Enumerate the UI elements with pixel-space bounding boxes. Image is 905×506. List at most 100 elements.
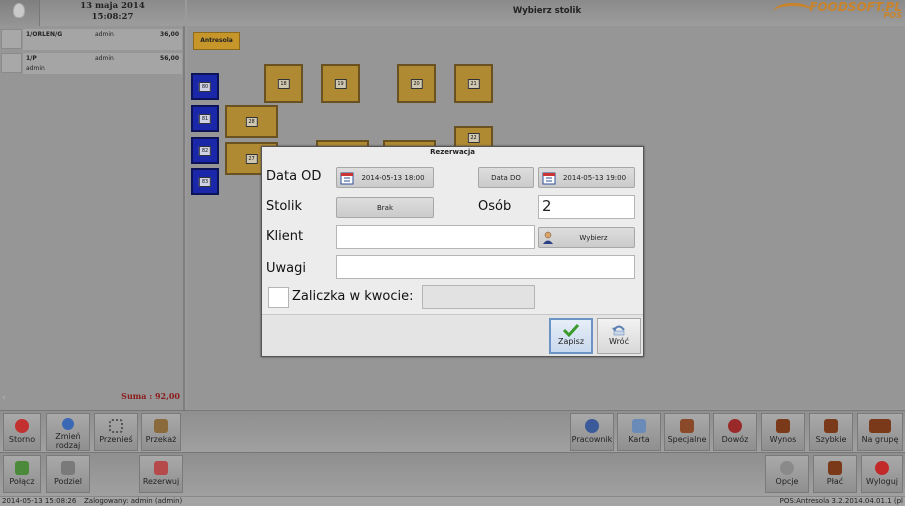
osob-label: Osób: [478, 199, 512, 214]
table-19[interactable]: 19: [321, 64, 360, 103]
data-do-button[interactable]: Data DO: [478, 167, 534, 188]
takeaway-button[interactable]: Wynos: [761, 413, 805, 451]
checkmark-icon: [563, 323, 579, 337]
transfer-button[interactable]: Przekaż: [141, 413, 181, 451]
order-name: 1/P: [26, 55, 37, 62]
zaliczka-checkbox[interactable]: [268, 287, 289, 308]
order-user: admin: [95, 31, 114, 38]
quick-button[interactable]: Szybkie: [809, 413, 853, 451]
special-label: Specjalne: [667, 435, 707, 444]
change-type-button[interactable]: Zmień rodzaj: [46, 413, 90, 451]
orders-panel: 1/ORLEN/G admin 36,00 1/P admin 56,00 ad…: [0, 26, 185, 410]
data-od-label: Data OD: [266, 169, 322, 184]
storno-button[interactable]: Storno: [3, 413, 41, 451]
bag-icon: [824, 419, 838, 433]
box-icon: [680, 419, 694, 433]
table-label: 81: [198, 113, 212, 124]
wallet-icon: [828, 461, 842, 475]
merge-button[interactable]: Połącz: [3, 455, 41, 493]
table-83[interactable]: 83: [191, 168, 219, 195]
card-button[interactable]: Karta: [617, 413, 661, 451]
table-label: 22: [467, 133, 480, 143]
stolik-button[interactable]: Brak: [336, 197, 434, 218]
calendar-add-icon: [154, 461, 168, 475]
order-row[interactable]: 1/P admin 56,00 admin: [0, 52, 185, 74]
change-type-label: Zmień rodzaj: [55, 432, 81, 450]
order-user: admin: [95, 55, 114, 62]
klient-input[interactable]: [336, 225, 535, 249]
table-label: 19: [334, 78, 347, 89]
table-21[interactable]: 21: [454, 64, 493, 103]
card-label: Karta: [628, 435, 650, 444]
data-do-value-button[interactable]: 2014-05-13 19:00: [538, 167, 635, 188]
table-20[interactable]: 20: [397, 64, 436, 103]
uwagi-label: Uwagi: [266, 261, 306, 276]
status-datetime: 2014-05-13 15:08:26: [2, 497, 77, 505]
table-80[interactable]: 80: [191, 73, 219, 100]
order-select-checkbox[interactable]: [1, 53, 22, 73]
status-user: Zalogowany: admin (admin): [84, 497, 183, 505]
options-button[interactable]: Opcje: [765, 455, 809, 493]
storno-label: Storno: [8, 435, 36, 444]
current-time: 15:08:27: [91, 12, 134, 22]
transfer-icon: [154, 419, 168, 433]
table-label: 20: [410, 78, 423, 89]
delivery-button[interactable]: Dowóz: [713, 413, 757, 451]
card-icon: [632, 419, 646, 433]
person-icon: [585, 419, 599, 433]
group-label: Na grupę: [861, 435, 899, 444]
table-label: 83: [198, 176, 212, 187]
back-label: Wróć: [609, 337, 629, 346]
merge-icon: [15, 461, 29, 475]
split-label: Podziel: [53, 477, 83, 486]
data-do-value: 2014-05-13 19:00: [562, 174, 627, 182]
table-28[interactable]: 28: [225, 105, 278, 138]
light-bulb-icon[interactable]: [0, 0, 40, 26]
table-18[interactable]: 18: [264, 64, 303, 103]
save-button[interactable]: Zapisz: [549, 318, 593, 354]
order-amount: 36,00: [160, 31, 179, 38]
table-label: 27: [245, 153, 258, 164]
osob-input[interactable]: 2: [538, 195, 635, 219]
order-select-checkbox[interactable]: [1, 29, 22, 49]
logo: FOODSOFT.PL POS: [809, 0, 902, 20]
back-button[interactable]: Wróć: [597, 318, 641, 354]
table-82[interactable]: 82: [191, 137, 219, 164]
special-button[interactable]: Specjalne: [664, 413, 710, 451]
cancel-icon: [15, 419, 29, 433]
merge-label: Połącz: [9, 477, 35, 486]
dialog-title: Rezerwacja: [430, 148, 475, 156]
logout-label: Wyloguj: [866, 477, 898, 486]
order-waiter: admin: [26, 65, 45, 72]
data-od-button[interactable]: 2014-05-13 18:00: [336, 167, 434, 188]
data-od-value: 2014-05-13 18:00: [361, 174, 425, 182]
uwagi-input[interactable]: [336, 255, 635, 279]
save-label: Zapisz: [557, 337, 585, 346]
logo-swoosh-icon: [773, 3, 813, 21]
tab-antresola[interactable]: Antresola: [193, 32, 240, 50]
calendar-icon: [542, 172, 556, 185]
logout-button[interactable]: Wyloguj: [861, 455, 903, 493]
orders-sum: Suma : 92,00: [121, 391, 180, 401]
pay-button[interactable]: Płać: [813, 455, 857, 493]
bag-icon: [776, 419, 790, 433]
table-label: 82: [198, 145, 212, 156]
employee-button[interactable]: Pracownik: [570, 413, 614, 451]
move-icon: [109, 419, 123, 433]
transfer-label: Przekaż: [145, 435, 177, 444]
employee-label: Pracownik: [571, 435, 613, 444]
delivery-label: Dowóz: [721, 435, 749, 444]
stolik-label: Stolik: [266, 199, 303, 214]
pay-label: Płać: [826, 477, 844, 486]
delivery-icon: [728, 419, 742, 433]
split-button[interactable]: Podziel: [46, 455, 90, 493]
group-button[interactable]: Na grupę: [857, 413, 903, 451]
move-button[interactable]: Przenieś: [94, 413, 138, 451]
order-row[interactable]: 1/ORLEN/G admin 36,00: [0, 28, 185, 50]
reserve-button[interactable]: Rezerwuj: [139, 455, 183, 493]
table-81[interactable]: 81: [191, 105, 219, 132]
scroll-left-icon[interactable]: ‹: [2, 393, 6, 403]
move-label: Przenieś: [99, 435, 133, 444]
zaliczka-input[interactable]: [422, 285, 535, 309]
wybierz-button[interactable]: Wybierz: [538, 227, 635, 248]
